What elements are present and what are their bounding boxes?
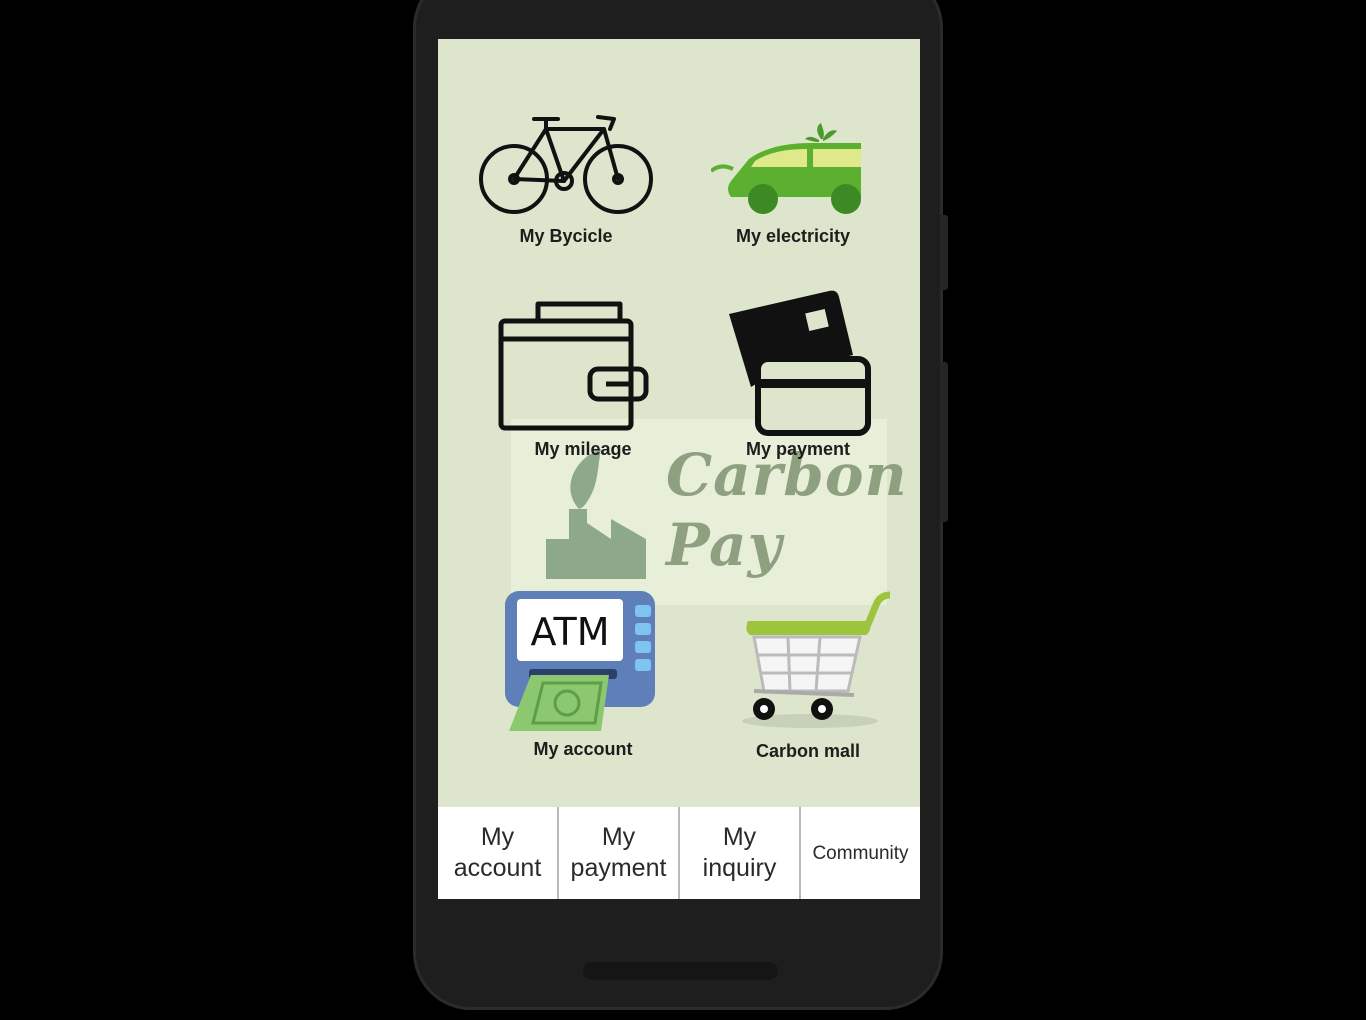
credit-cards-icon [729, 290, 871, 436]
volume-button [940, 215, 948, 290]
mileage-label: My mileage [534, 439, 632, 459]
tab-community[interactable]: Community [801, 807, 920, 899]
atm-text: ATM [530, 610, 609, 654]
logo-word-pay: Pay [666, 511, 783, 579]
bicycle-label: My Bycicle [519, 226, 613, 246]
bottom-tab-bar: My account My payment My inquiry Communi… [438, 807, 920, 899]
carbon-mall-label: Carbon mall [755, 741, 861, 761]
carbon-mall-tile[interactable]: Carbon mall [698, 591, 918, 766]
atm-icon: ATM [505, 591, 655, 731]
my-bicycle-tile[interactable]: My Bycicle [456, 109, 676, 254]
bicycle-icon [479, 115, 653, 214]
electricity-label: My electricity [735, 226, 851, 246]
app-screen: My Bycicle My electricity Carbon Pay My … [438, 39, 920, 899]
payment-label: My payment [745, 439, 851, 459]
power-button [940, 362, 948, 522]
my-account-tile[interactable]: ATM My account [473, 589, 693, 764]
my-payment-tile[interactable]: My payment [688, 289, 913, 467]
tab-my-account[interactable]: My account [438, 807, 557, 899]
tab-my-payment[interactable]: My payment [559, 807, 678, 899]
tab-my-inquiry[interactable]: My inquiry [680, 807, 799, 899]
wallet-icon [498, 301, 649, 431]
shopping-cart-icon [742, 591, 890, 728]
my-electricity-tile[interactable]: My electricity [683, 109, 913, 254]
factory-leaf-icon [546, 449, 646, 579]
account-label: My account [533, 739, 633, 759]
my-mileage-tile[interactable]: My mileage [456, 297, 676, 467]
home-indicator [583, 962, 778, 980]
electric-car-icon [711, 123, 861, 214]
